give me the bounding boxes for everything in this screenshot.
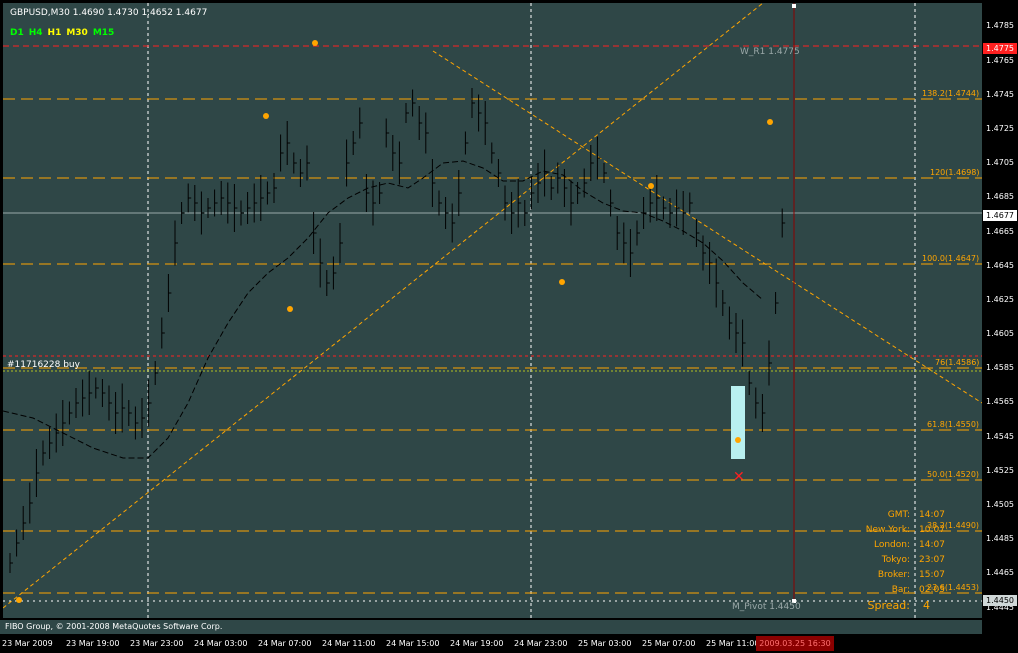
price-tick: 1.4705 [986,158,1014,167]
w-r1-price-tag: 1.4775 [983,43,1017,54]
price-axis[interactable]: 1.4785 1.4765 1.4745 1.4725 1.4705 1.468… [982,3,1018,618]
info-label-gmt: GMT: [887,510,910,520]
selection-highlight[interactable] [731,386,745,459]
price-tick: 1.4585 [986,363,1014,372]
info-value-tokyo: 23:07 [919,555,945,565]
info-label-broker: Broker: [877,570,910,580]
price-tick: 1.4685 [986,192,1014,201]
time-tick: 23 Mar 23:00 [130,639,184,648]
info-label-tokyo: Tokyo: [881,555,910,565]
timeframe-h1[interactable]: H1 [48,28,62,38]
m-pivot-label: M_Pivot 1.4450 [732,602,801,612]
fib-label: 61.8(1.4550) [927,420,980,429]
pivot-price-tag: 1.4450 [983,595,1017,606]
time-tick: 24 Mar 15:00 [386,639,440,648]
fib-label: 76(1.4586) [935,358,980,367]
swing-point-markers [16,40,773,603]
price-tick: 1.4465 [986,568,1014,577]
price-bars [9,88,786,573]
close-marker-icon: ✕ [733,469,745,485]
info-value-bar: 02:05 [919,585,945,595]
time-axis[interactable]: 23 Mar 2009 23 Mar 19:00 23 Mar 23:00 24… [0,636,1018,653]
copyright-text: FIBO Group, © 2001-2008 MetaQuotes Softw… [5,622,223,631]
info-value-gmt: 14:07 [919,510,945,520]
cursor-top-handle[interactable] [792,4,796,8]
time-tick: 25 Mar 07:00 [642,639,696,648]
time-tick: 23 Mar 2009 [2,639,53,648]
fib-label: 138.2(1.4744) [922,89,980,98]
cursor-time-tag: 2009.03.25 16:30 [756,636,834,651]
info-value-london: 14:07 [919,540,945,550]
spread-label: Spread: [867,599,910,612]
price-tick: 1.4565 [986,397,1014,406]
price-tick: 1.4745 [986,90,1014,99]
info-label-bar: Bar: [891,585,910,595]
timeframe-d1[interactable]: D1 [10,28,24,38]
time-tick: 24 Mar 23:00 [514,639,568,648]
time-tick: 24 Mar 11:00 [322,639,376,648]
timeframe-m30[interactable]: M30 [66,28,87,38]
timeframe-bar: D1 H4 H1 M30 M15 [10,28,119,39]
symbol-title: GBPUSD,M30 1.4690 1.4730 1.4652 1.4677 [10,8,208,18]
price-tick: 1.4725 [986,124,1014,133]
price-tick: 1.4505 [986,500,1014,509]
mt4-chart-window: ✕ GBPUSD,M30 1.4690 1.4730 1.4652 1.4677… [0,0,1018,653]
info-label-newyork: New York: [865,525,910,535]
fib-label: 120(1.4698) [930,168,980,177]
price-tick: 1.4645 [986,261,1014,270]
price-tick: 1.4605 [986,329,1014,338]
time-tick: 23 Mar 19:00 [66,639,120,648]
price-tick: 1.4665 [986,227,1014,236]
w-r1-label: W_R1 1.4775 [740,47,800,57]
price-tick: 1.4525 [986,466,1014,475]
info-value-newyork: 10:07 [919,525,945,535]
timeframe-h4[interactable]: H4 [29,28,43,38]
price-tick: 1.4625 [986,295,1014,304]
order-label[interactable]: #11716228 buy [7,360,80,371]
spread-value: 4 [923,599,930,612]
time-tick: 25 Mar 03:00 [578,639,632,648]
time-tick: 25 Mar 11:00 [706,639,760,648]
info-label-london: London: [873,540,910,550]
price-tick: 1.4765 [986,56,1014,65]
fib-label: 100.0(1.4647) [922,254,980,263]
copyright-bar: FIBO Group, © 2001-2008 MetaQuotes Softw… [0,620,982,634]
time-tick: 24 Mar 07:00 [258,639,312,648]
fib-label: 50.0(1.4520) [927,470,980,479]
chart-plot-area[interactable]: ✕ GBPUSD,M30 1.4690 1.4730 1.4652 1.4677… [3,3,982,618]
info-value-broker: 15:07 [919,570,945,580]
current-price-tag: 1.4677 [983,210,1017,221]
price-tick: 1.4785 [986,21,1014,30]
timeframe-m15[interactable]: M15 [93,28,114,38]
time-tick: 24 Mar 03:00 [194,639,248,648]
price-tick: 1.4485 [986,534,1014,543]
time-tick: 24 Mar 19:00 [450,639,504,648]
price-tick: 1.4545 [986,432,1014,441]
period-separators [147,3,916,618]
